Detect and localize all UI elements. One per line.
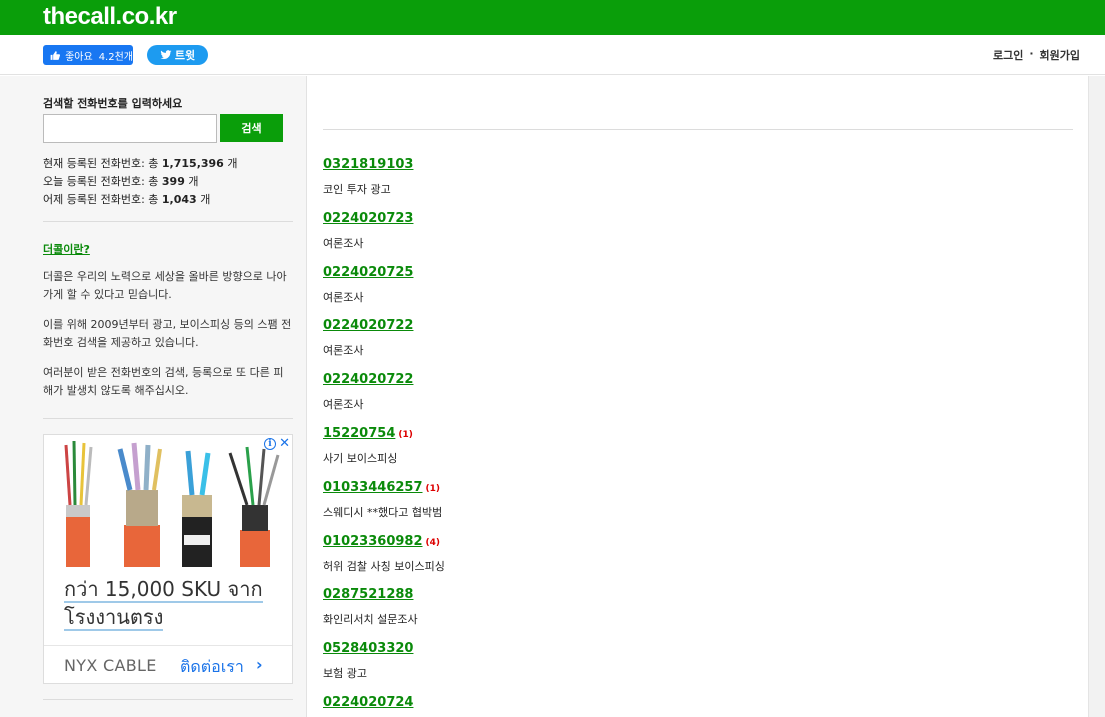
- signup-link[interactable]: 회원가입: [1040, 47, 1080, 63]
- phone-description: 여론조사: [323, 290, 364, 304]
- divider: [323, 129, 1073, 130]
- phone-description: 사기 보이스피싱: [323, 451, 398, 465]
- phone-number-link[interactable]: 15220754: [323, 426, 395, 441]
- report-count: (4): [425, 537, 441, 548]
- ad-headline[interactable]: กว่า 15,000 SKU จาก โรงงานตรง: [64, 575, 284, 631]
- phone-description: 여론조사: [323, 344, 364, 358]
- ad-close-icon[interactable]: ✕: [279, 436, 290, 451]
- phone-number-link[interactable]: 01033446257: [323, 480, 423, 495]
- list-item: 0224020725 여론조사: [323, 261, 1073, 315]
- advertisement[interactable]: i ✕ กว่า 15,000 SKU จาก โรงงานตรง NYX CA…: [43, 434, 293, 684]
- phone-number-link[interactable]: 0321819103: [323, 157, 413, 172]
- phone-number-link[interactable]: 0528403320: [323, 641, 413, 656]
- phone-description: 코인 투자 광고: [323, 183, 391, 196]
- ad-footer: NYX CABLE ติดต่อเรา ›: [44, 645, 292, 683]
- ad-contact-link[interactable]: ติดต่อเรา: [180, 655, 244, 680]
- thumbs-up-icon: [50, 50, 61, 60]
- login-link[interactable]: 로그인: [993, 47, 1023, 63]
- ad-brand: NYX CABLE: [64, 656, 157, 675]
- like-count: 4.2천개: [98, 51, 133, 63]
- phone-description: 여론조사: [323, 398, 364, 412]
- top-bar: thecall.co.kr: [0, 0, 1105, 35]
- list-item: 0224020724여론조사: [323, 691, 1073, 717]
- about-paragraph-3: 여러분이 받은 전화번호의 검색, 등록으로 또 다른 피해가 발생치 않도록 …: [43, 366, 284, 397]
- divider: [43, 418, 293, 419]
- phone-description: 허위 검찰 사칭 보이스피싱: [323, 559, 445, 573]
- about-paragraph-1: 더콜은 우리의 노력으로 세상을 올바른 방향으로 나아가게 할 수 있다고 믿…: [43, 270, 287, 301]
- phone-description: 보험 광고: [323, 667, 367, 681]
- phone-number-link[interactable]: 0224020723: [323, 211, 413, 226]
- list-item: 01023360982 (4) 허위 검찰 사칭 보이스피싱: [323, 530, 1073, 584]
- list-item: 01033446257 (1) 스웨디시 **했다고 협박범: [323, 476, 1073, 530]
- twitter-bird-icon: [160, 50, 172, 60]
- phone-number-list: 0321819103 코인 투자 광고 0224020723 여론조사 02240207…: [323, 153, 1073, 717]
- phone-number-link[interactable]: 0224020722: [323, 372, 413, 387]
- report-count: (1): [425, 483, 441, 494]
- report-count: (1): [398, 429, 413, 440]
- phone-description: 여론조사: [323, 236, 364, 250]
- tweet-label: 트윗: [174, 49, 196, 62]
- search-button[interactable]: 검색: [220, 114, 283, 142]
- phone-search-input[interactable]: [43, 114, 217, 143]
- list-item: 0528403320 보험 광고: [323, 637, 1073, 691]
- stat-today: 오늘 등록된 전화번호: 총 399 개: [43, 175, 199, 188]
- scrollbar[interactable]: [1088, 76, 1105, 717]
- search-label: 검색할 전화번호를 입력하세요: [43, 97, 183, 110]
- about-link[interactable]: 더콜이란?: [43, 241, 90, 257]
- like-label: 좋아요: [65, 51, 93, 63]
- list-item: 0224020722 여론조사: [323, 368, 1073, 422]
- list-item: 0287521288 화인리서치 설문조사: [323, 583, 1073, 637]
- site-logo[interactable]: thecall.co.kr: [43, 3, 177, 31]
- ad-info-icon[interactable]: i: [264, 438, 276, 450]
- stat-total: 현재 등록된 전화번호: 총 1,715,396 개: [43, 157, 238, 170]
- phone-number-link[interactable]: 0224020725: [323, 265, 413, 280]
- divider: [43, 221, 293, 222]
- stat-yesterday: 어제 등록된 전화번호: 총 1,043 개: [43, 193, 211, 206]
- phone-number-link[interactable]: 01023360982: [323, 534, 423, 549]
- divider: [43, 699, 293, 700]
- phone-number-link[interactable]: 0224020722: [323, 318, 413, 333]
- list-item: 0224020723 여론조사: [323, 207, 1073, 261]
- phone-description: 스웨디시 **했다고 협박범: [323, 505, 443, 519]
- auth-links: 로그인 · 회원가입: [993, 47, 1080, 63]
- auth-separator: ·: [1029, 47, 1034, 60]
- social-bar: 좋아요 4.2천개 트윗 로그인 · 회원가입: [0, 35, 1105, 75]
- tweet-button[interactable]: 트윗: [147, 45, 208, 65]
- list-item: 0224020722 여론조사: [323, 314, 1073, 368]
- chevron-right-icon[interactable]: ›: [256, 655, 263, 674]
- phone-description: 화인리서치 설문조사: [323, 613, 418, 627]
- cable-product-image: [44, 435, 292, 567]
- about-paragraph-2: 이를 위해 2009년부터 광고, 보이스피싱 등의 스팸 전화번호 검색을 제…: [43, 318, 292, 349]
- facebook-like-button[interactable]: 좋아요 4.2천개: [43, 45, 133, 65]
- phone-number-link[interactable]: 0224020724: [323, 695, 413, 710]
- list-item: 15220754 (1) 사기 보이스피싱: [323, 422, 1073, 476]
- list-item: 0321819103 코인 투자 광고: [323, 153, 1073, 207]
- registration-stats: 현재 등록된 전화번호: 총 1,715,396 개 오늘 등록된 전화번호: …: [43, 155, 237, 209]
- sidebar: 검색할 전화번호를 입력하세요 검색 현재 등록된 전화번호: 총 1,715,…: [0, 76, 307, 717]
- phone-number-link[interactable]: 0287521288: [323, 587, 413, 602]
